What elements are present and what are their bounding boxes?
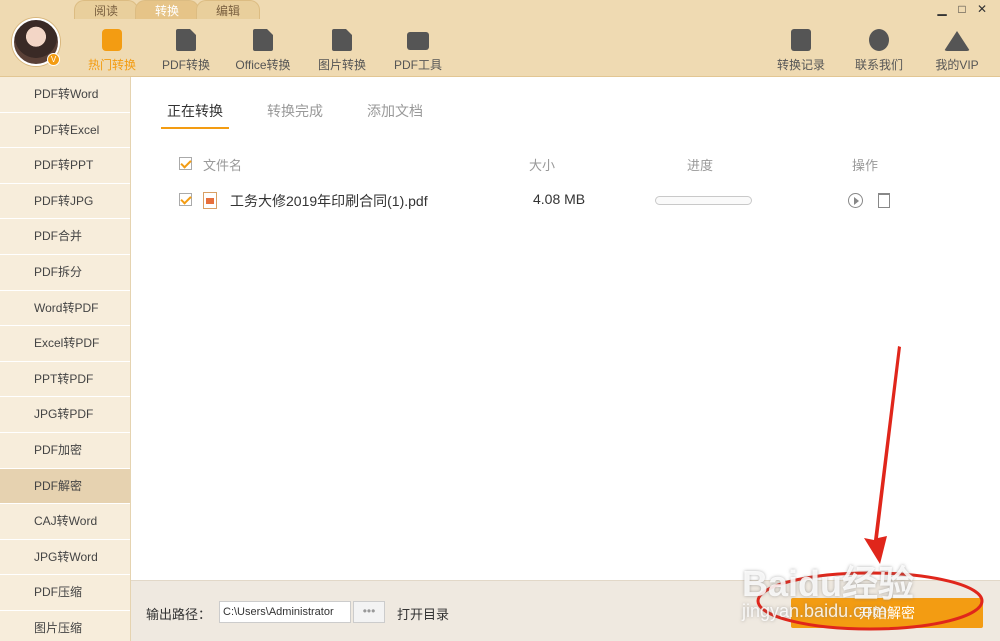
footer-bar: 输出路径： C:\Users\Administrator ••• 打开目录 开始…: [131, 580, 1000, 641]
nav-label: 转换记录: [776, 58, 825, 72]
sidebar-item-pdf-to-ppt[interactable]: PDF转PPT: [0, 148, 130, 184]
nav-pdf-convert[interactable]: PDF转换: [150, 26, 222, 74]
document-icon: [253, 29, 273, 51]
column-size: 大小: [529, 158, 556, 173]
tab-completed[interactable]: 转换完成: [261, 101, 329, 129]
nav-contact[interactable]: 联系我们: [846, 26, 912, 73]
nav-label: 我的VIP: [935, 58, 979, 72]
nav-label: 热门转换: [87, 58, 136, 72]
pdf-icon: [176, 29, 196, 51]
nav-label: Office转换: [235, 58, 291, 72]
tab-add-document[interactable]: 添加文档: [361, 101, 429, 129]
sidebar-item-image-compress[interactable]: 图片压缩: [0, 611, 130, 641]
right-nav: 转换记录 联系我们 我的VIP: [756, 26, 990, 73]
tab-read[interactable]: 阅读: [74, 0, 138, 19]
top-bar: V 阅读 转换 编辑 热门转换 PDF转换 Office转换 图片转换 PDF工…: [0, 0, 1000, 77]
trash-icon[interactable]: [878, 193, 890, 208]
output-path-label: 输出路径：: [146, 607, 212, 622]
column-actions: 操作: [852, 158, 879, 173]
nav-hot-convert[interactable]: 热门转换: [74, 26, 150, 74]
sidebar-item-pdf-split[interactable]: PDF拆分: [0, 255, 130, 291]
image-icon: [332, 29, 352, 51]
main-nav: 热门转换 PDF转换 Office转换 图片转换 PDF工具: [74, 26, 456, 74]
file-size: 4.08 MB: [533, 191, 586, 207]
sidebar-item-pdf-to-excel[interactable]: PDF转Excel: [0, 113, 130, 149]
nav-pdf-tools[interactable]: PDF工具: [380, 26, 456, 74]
window-controls: ▁ □ ✕: [932, 2, 992, 16]
file-name: 工务大修2019年印刷合同(1).pdf: [230, 193, 428, 209]
table-header: 文件名 大小 进度 操作: [179, 155, 979, 175]
nav-label: 图片转换: [317, 58, 366, 72]
sidebar-item-jpg-to-pdf[interactable]: JPG转PDF: [0, 397, 130, 433]
sidebar-item-pdf-decrypt[interactable]: PDF解密: [0, 468, 130, 505]
sub-tabs: 正在转换 转换完成 添加文档: [161, 101, 461, 129]
open-directory-link[interactable]: 打开目录: [397, 604, 449, 623]
main-panel: 正在转换 转换完成 添加文档 文件名 大小 进度 操作 工务大修2019年印刷合…: [131, 77, 1000, 580]
sidebar-item-ppt-to-pdf[interactable]: PPT转PDF: [0, 362, 130, 398]
output-path-field[interactable]: C:\Users\Administrator: [219, 601, 351, 623]
nav-label: PDF转换: [161, 58, 210, 72]
clock-icon: [791, 29, 811, 51]
sidebar-item-pdf-to-jpg[interactable]: PDF转JPG: [0, 184, 130, 220]
mode-tabs: 阅读 转换 编辑: [74, 0, 260, 19]
headset-icon: [869, 29, 889, 51]
sidebar-item-pdf-to-word[interactable]: PDF转Word: [0, 77, 130, 113]
sidebar-item-pdf-encrypt[interactable]: PDF加密: [0, 433, 130, 469]
tab-edit[interactable]: 编辑: [196, 0, 260, 19]
column-progress: 进度: [687, 158, 714, 173]
nav-office-convert[interactable]: Office转换: [222, 26, 304, 74]
play-icon[interactable]: [848, 193, 863, 208]
sidebar-item-pdf-compress[interactable]: PDF压缩: [0, 575, 130, 611]
nav-label: 联系我们: [854, 58, 903, 72]
column-filename: 文件名: [203, 158, 243, 173]
tab-converting[interactable]: 正在转换: [161, 101, 229, 129]
select-all-checkbox[interactable]: [179, 157, 192, 170]
browse-button[interactable]: •••: [353, 601, 385, 623]
table-row: 工务大修2019年印刷合同(1).pdf 4.08 MB: [179, 191, 979, 213]
minimize-button[interactable]: ▁: [932, 2, 952, 16]
vip-badge: V: [47, 53, 60, 66]
sidebar-item-caj-to-word[interactable]: CAJ转Word: [0, 504, 130, 540]
row-checkbox[interactable]: [179, 193, 192, 206]
maximize-button[interactable]: □: [952, 2, 972, 16]
start-decrypt-button[interactable]: 开始解密: [791, 598, 983, 628]
nav-label: PDF工具: [393, 58, 442, 72]
progress-bar: [655, 196, 752, 205]
nav-history[interactable]: 转换记录: [768, 26, 834, 73]
crown-icon: [944, 31, 970, 51]
tab-convert[interactable]: 转换: [135, 0, 199, 19]
toolbox-icon: [407, 32, 429, 50]
sidebar-item-jpg-to-word[interactable]: JPG转Word: [0, 540, 130, 576]
star-icon: [102, 29, 122, 51]
sidebar: PDF转Word PDF转Excel PDF转PPT PDF转JPG PDF合并…: [0, 77, 131, 641]
pdf-file-icon: [203, 192, 217, 209]
sidebar-item-pdf-merge[interactable]: PDF合并: [0, 219, 130, 255]
nav-vip[interactable]: 我的VIP: [924, 26, 990, 73]
sidebar-item-word-to-pdf[interactable]: Word转PDF: [0, 291, 130, 327]
close-button[interactable]: ✕: [972, 2, 992, 16]
nav-image-convert[interactable]: 图片转换: [304, 26, 380, 74]
sidebar-item-excel-to-pdf[interactable]: Excel转PDF: [0, 326, 130, 362]
